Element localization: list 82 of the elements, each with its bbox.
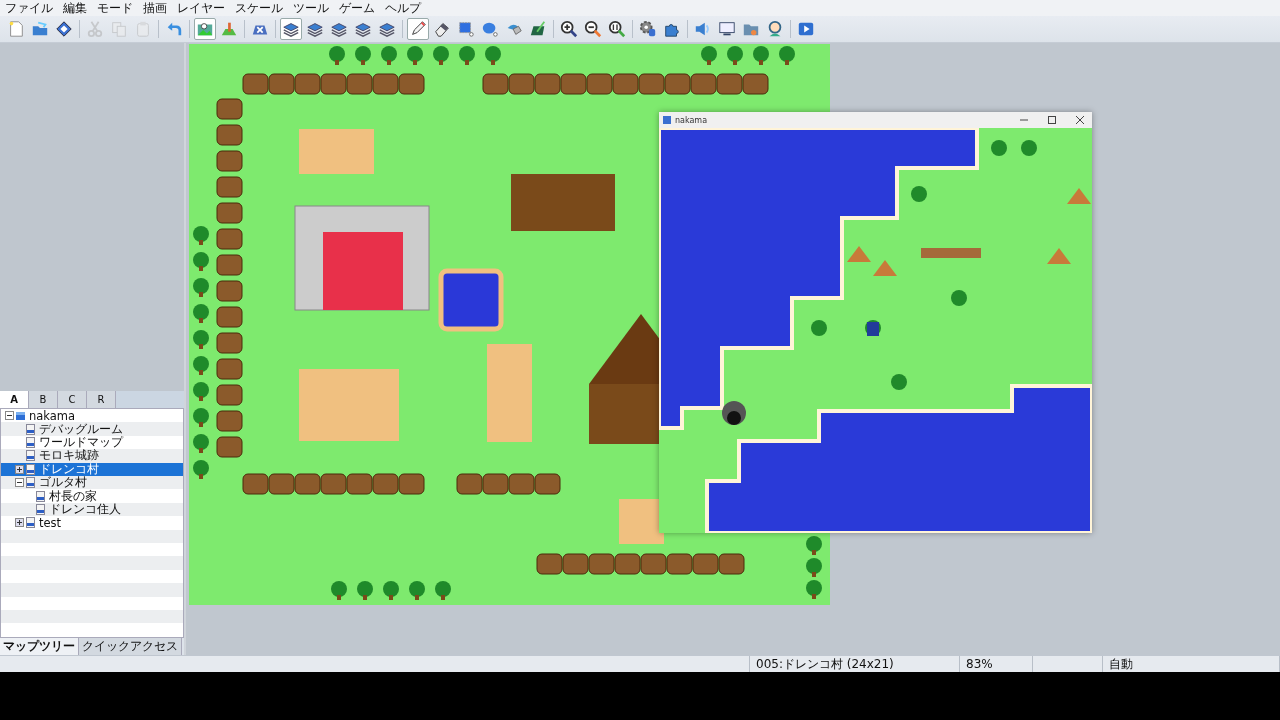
- tree-label: test: [39, 515, 62, 530]
- status-text: 83%: [966, 657, 993, 671]
- map-page-icon: [25, 463, 36, 475]
- status-text: 005:ドレンコ村 (24x21): [756, 655, 894, 673]
- pencil-icon: [409, 20, 427, 38]
- pin-map-icon: [220, 20, 238, 38]
- paste-icon: [134, 20, 152, 38]
- map-page-icon: [25, 450, 36, 462]
- monitor-icon: [718, 20, 736, 38]
- tree-item[interactable]: 村長の家: [1, 489, 183, 503]
- zoom-in-icon: [560, 20, 578, 38]
- collapse-toggle-icon[interactable]: [5, 411, 14, 421]
- map-page-icon: [25, 517, 36, 529]
- tree-item[interactable]: ドレンコ村: [1, 462, 183, 476]
- tree-item[interactable]: デバッグルーム: [1, 422, 183, 436]
- tree-label: nakama: [29, 409, 76, 423]
- speaker-icon: [694, 20, 712, 38]
- rect-select-icon: [457, 20, 475, 38]
- tree-item[interactable]: ゴルタ村: [1, 475, 183, 490]
- tree-label: ゴルタ村: [39, 475, 87, 490]
- layer-stack-icon: [378, 20, 396, 38]
- expand-toggle-icon[interactable]: [15, 464, 24, 474]
- eraser-icon: [433, 20, 451, 38]
- menu-item[interactable]: レイヤー: [172, 0, 230, 17]
- open-folder-icon: [31, 20, 49, 38]
- tab[interactable]: B: [29, 391, 58, 408]
- layer-stack-icon: [330, 20, 348, 38]
- toolbar-button[interactable]: [53, 18, 75, 40]
- tree-label: ドレンコ住人: [49, 501, 121, 517]
- menu-item[interactable]: 描画: [138, 0, 172, 17]
- tree-item[interactable]: nakama: [1, 409, 183, 423]
- menu-item[interactable]: ヘルプ: [380, 0, 426, 17]
- tab[interactable]: C: [58, 391, 87, 408]
- menu-item[interactable]: スケール: [230, 0, 288, 17]
- map-page-icon: [25, 423, 36, 435]
- tree-item[interactable]: モロキ城跡: [1, 449, 183, 463]
- tree-item[interactable]: ドレンコ住人: [1, 502, 183, 517]
- undo-arrow-icon: [165, 20, 183, 38]
- play-icon: [797, 20, 815, 38]
- tree-item[interactable]: test: [1, 516, 183, 530]
- tree-label: デバッグルーム: [39, 421, 123, 436]
- map-page-icon: [25, 436, 36, 448]
- menu-item[interactable]: ファイル: [0, 0, 58, 17]
- toolbar-button[interactable]: [606, 18, 628, 40]
- layer-stack-icon: [306, 20, 324, 38]
- cube-icon: [15, 410, 26, 422]
- tree-item[interactable]: ワールドマップ: [1, 435, 183, 450]
- ellipse-select-icon: [481, 20, 499, 38]
- map-page-icon: [25, 477, 36, 489]
- character-icon: [766, 20, 784, 38]
- window-title: nakama: [675, 115, 709, 125]
- tab[interactable]: A: [0, 391, 29, 408]
- tree-label: モロキ城跡: [39, 448, 99, 463]
- copy-icon: [110, 20, 128, 38]
- map-view-icon: [196, 20, 214, 38]
- new-page-icon: [7, 20, 25, 38]
- tab[interactable]: R: [87, 391, 116, 408]
- menu-item[interactable]: モード: [92, 0, 138, 17]
- zoom-actual-icon: [608, 20, 626, 38]
- map-page-icon: [35, 490, 46, 502]
- expand-toggle-icon[interactable]: [15, 518, 24, 528]
- layer-stack-icon: [282, 20, 300, 38]
- toolbar-button[interactable]: [582, 18, 604, 40]
- tab[interactable]: マップツリー: [0, 638, 79, 655]
- cut-scissors-icon: [86, 20, 104, 38]
- menu-item[interactable]: ゲーム: [334, 0, 380, 17]
- toolbar-button[interactable]: [280, 18, 302, 40]
- menu-item[interactable]: ツール: [288, 0, 334, 17]
- tile-brush-icon: [529, 20, 547, 38]
- tree-label: ワールドマップ: [39, 435, 123, 449]
- tree-label: 村長の家: [49, 488, 97, 504]
- zoom-out-icon: [584, 20, 602, 38]
- menu-item[interactable]: 編集: [58, 0, 92, 17]
- app-icon: [663, 116, 671, 124]
- collapse-toggle-icon[interactable]: [15, 478, 24, 488]
- map-page-icon: [35, 503, 46, 515]
- tree-label: ドレンコ村: [39, 461, 99, 476]
- tab[interactable]: クイックアクセス: [79, 638, 182, 655]
- status-text: 自動: [1109, 655, 1133, 673]
- gear-database-icon: [639, 20, 657, 38]
- toolbar-button[interactable]: [558, 18, 580, 40]
- layer-stack-icon: [354, 20, 372, 38]
